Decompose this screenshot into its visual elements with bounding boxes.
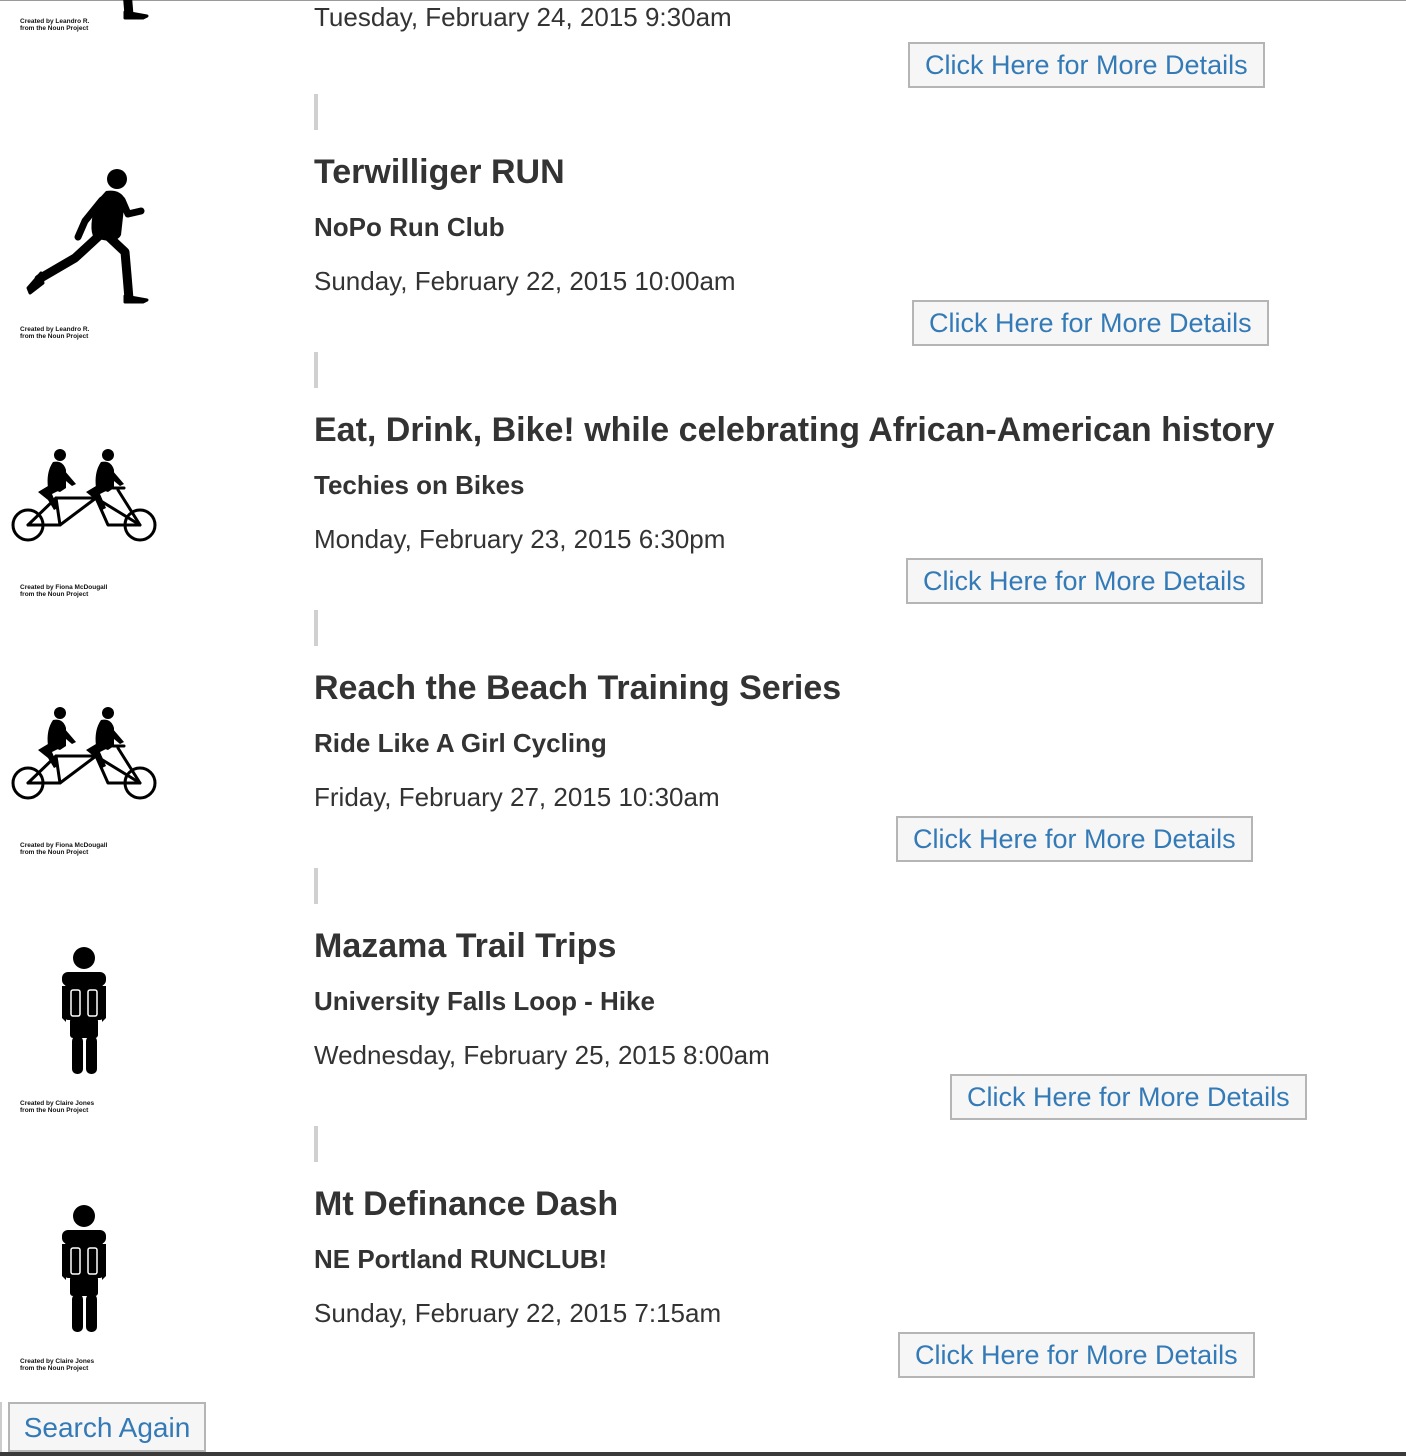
event-card: Created by Claire Jones from the Noun Pr… — [0, 1184, 1406, 1442]
credit-line: from the Noun Project — [20, 848, 89, 856]
more-details-button[interactable]: Click Here for More Details — [912, 300, 1269, 346]
more-details-button[interactable]: Click Here for More Details — [908, 42, 1265, 88]
search-again-button[interactable]: Search Again — [8, 1402, 206, 1452]
event-club: NE Portland RUNCLUB! — [314, 1244, 608, 1274]
event-date: Wednesday, February 25, 2015 8:00am — [314, 1040, 770, 1070]
event-title[interactable]: Eat, Drink, Bike! while celebrating Afri… — [314, 410, 1274, 450]
event-club: Ride Like A Girl Cycling — [314, 728, 607, 758]
icon-credit: Created by Fiona McDougall from the Noun… — [20, 842, 170, 856]
more-details-button[interactable]: Click Here for More Details — [906, 558, 1263, 604]
event-separator — [314, 1126, 318, 1162]
event-club: Techies on Bikes — [314, 470, 525, 500]
credit-line: from the Noun Project — [20, 1364, 89, 1372]
event-title[interactable]: Mazama Trail Trips — [314, 926, 616, 966]
icon-credit: Created by Leandro R. from the Noun Proj… — [20, 326, 170, 340]
event-card-partial: Created by Leandro R. from the Noun Proj… — [0, 0, 1406, 130]
more-details-button[interactable]: Click Here for More Details — [898, 1332, 1255, 1378]
credit-line: from the Noun Project — [20, 590, 89, 598]
event-card: Created by Leandro R. from the Noun Proj… — [0, 152, 1406, 410]
hiker-backpack-icon: Created by Claire Jones from the Noun Pr… — [8, 1184, 168, 1374]
event-title[interactable]: Reach the Beach Training Series — [314, 668, 841, 708]
tandem-bicycle-icon: Created by Fiona McDougall from the Noun… — [8, 668, 168, 858]
event-separator — [314, 868, 318, 904]
event-separator — [314, 610, 318, 646]
more-details-button[interactable]: Click Here for More Details — [950, 1074, 1307, 1120]
hiker-backpack-icon: Created by Claire Jones from the Noun Pr… — [8, 926, 168, 1116]
event-card: Created by Fiona McDougall from the Noun… — [0, 668, 1406, 926]
event-title[interactable]: Terwilliger RUN — [314, 152, 565, 192]
credit-line: from the Noun Project — [20, 24, 89, 32]
event-title[interactable]: Mt Definance Dash — [314, 1184, 618, 1224]
runner-icon: Created by Leandro R. from the Noun Proj… — [8, 0, 168, 48]
event-separator — [314, 352, 318, 388]
credit-line: from the Noun Project — [20, 1106, 89, 1114]
icon-credit: Created by Claire Jones from the Noun Pr… — [20, 1100, 170, 1114]
event-club: University Falls Loop - Hike — [314, 986, 655, 1016]
event-date: Sunday, February 22, 2015 7:15am — [314, 1298, 722, 1328]
tandem-bicycle-icon: Created by Fiona McDougall from the Noun… — [8, 410, 168, 600]
event-date: Sunday, February 22, 2015 10:00am — [314, 266, 736, 296]
event-date: Monday, February 23, 2015 6:30pm — [314, 524, 726, 554]
credit-line: from the Noun Project — [20, 332, 89, 340]
icon-credit: Created by Leandro R. from the Noun Proj… — [20, 18, 170, 32]
event-date: Tuesday, February 24, 2015 9:30am — [314, 2, 732, 32]
event-card: Created by Fiona McDougall from the Noun… — [0, 410, 1406, 668]
more-details-button[interactable]: Click Here for More Details — [896, 816, 1253, 862]
bottom-divider — [0, 1452, 1406, 1456]
icon-credit: Created by Fiona McDougall from the Noun… — [20, 584, 170, 598]
event-card: Created by Claire Jones from the Noun Pr… — [0, 926, 1406, 1184]
left-edge-divider — [0, 1402, 2, 1452]
icon-credit: Created by Claire Jones from the Noun Pr… — [20, 1358, 170, 1372]
runner-icon: Created by Leandro R. from the Noun Proj… — [8, 152, 168, 342]
event-separator — [314, 94, 318, 130]
event-date: Friday, February 27, 2015 10:30am — [314, 782, 720, 812]
event-club: NoPo Run Club — [314, 212, 505, 242]
